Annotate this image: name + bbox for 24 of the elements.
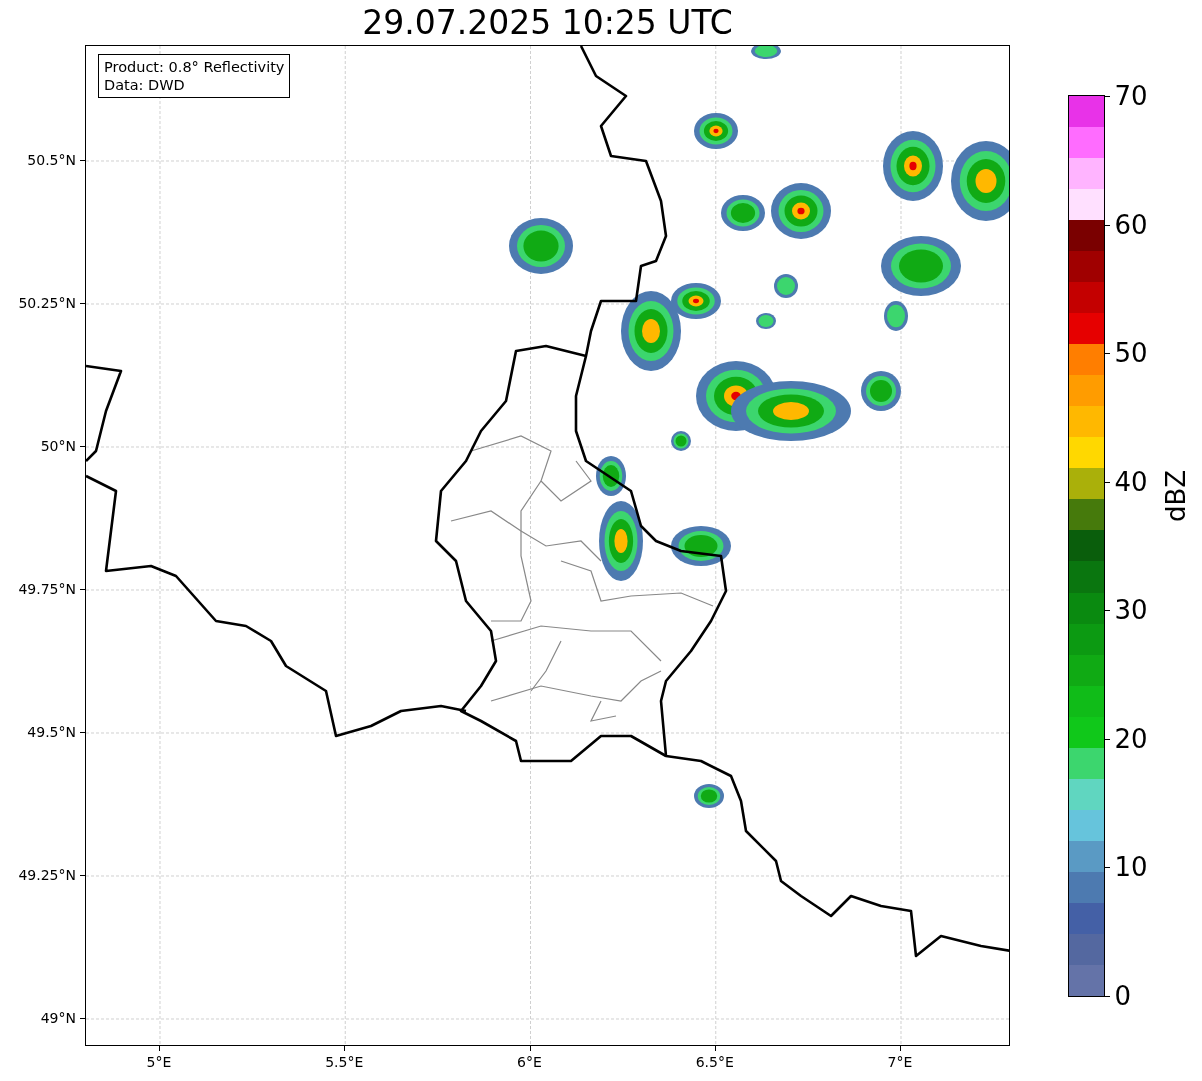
- axis-tick-label: 6°E: [517, 1054, 542, 1070]
- axis-tick-label: 7°E: [887, 1054, 913, 1070]
- chart-title: 29.07.2025 10:25 UTC: [362, 6, 733, 39]
- axis-tick-label: 49.75°N: [18, 581, 76, 597]
- axis-tick-label: 6.5°E: [695, 1054, 734, 1070]
- colorbar-label: dBZ: [1160, 469, 1191, 522]
- axis-tick-label: 50°N: [40, 438, 76, 454]
- axis-tick-label: 49.5°N: [27, 724, 76, 740]
- colorbar-tick-label: 0: [1114, 983, 1132, 1009]
- colorbar-tick-label: 70: [1114, 83, 1148, 109]
- info-text: Product: 0.8° Reflectivity: [104, 58, 285, 76]
- colorbar-tick-label: 20: [1114, 725, 1148, 752]
- colorbar-tick-label: 50: [1114, 340, 1148, 367]
- axis-tick-label: 50.25°N: [18, 295, 76, 311]
- axis-tick-label: 49.25°N: [18, 867, 76, 883]
- axis-tick-label: 49°N: [40, 1010, 76, 1026]
- info-text: Data: DWD: [104, 76, 186, 94]
- axis-tick-label: 5°E: [146, 1054, 172, 1070]
- colorbar-tick-label: 30: [1114, 597, 1148, 624]
- axis-tick-label: 5.5°E: [325, 1054, 364, 1070]
- colorbar-tick-label: 40: [1114, 468, 1148, 495]
- colorbar-tick-label: 10: [1114, 854, 1148, 881]
- colorbar-tick-label: 60: [1114, 211, 1148, 238]
- axis-tick-label: 50.5°N: [27, 152, 76, 168]
